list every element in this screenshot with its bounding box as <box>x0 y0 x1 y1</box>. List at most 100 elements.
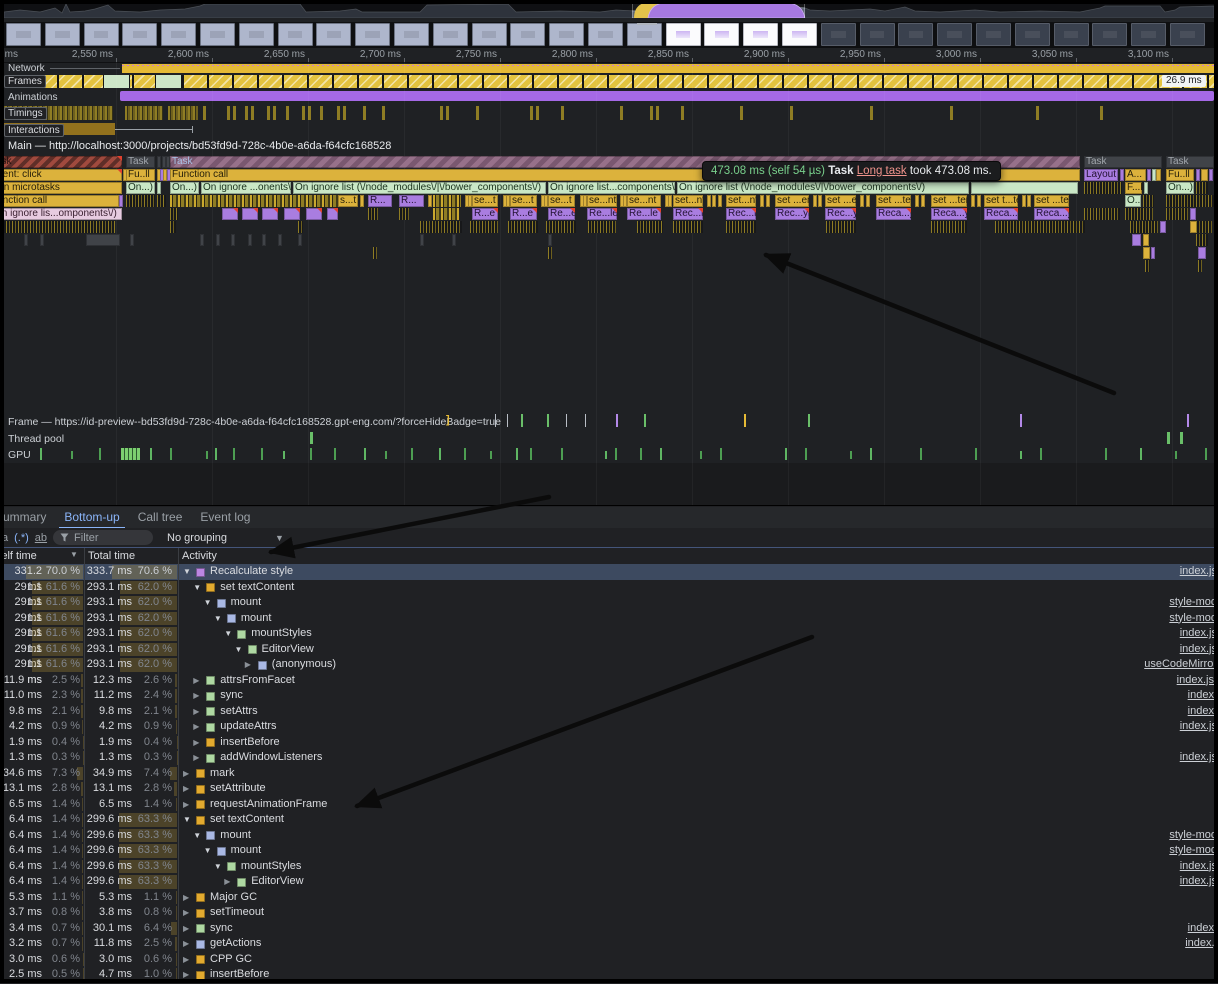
flame-bar[interactable]: On ignore ...onents\/) <box>201 182 291 194</box>
flame-bar[interactable]: set ...ent <box>825 195 856 207</box>
flame-bar[interactable] <box>1196 182 1208 194</box>
flame-bar[interactable] <box>216 234 220 246</box>
flame-bar[interactable]: se...nt <box>587 195 617 207</box>
flame-bar[interactable]: Task <box>1084 156 1162 168</box>
flame-bar[interactable] <box>548 247 552 259</box>
flame-bar[interactable] <box>668 195 672 207</box>
flame-bar[interactable]: Function call <box>0 195 119 207</box>
flame-bar[interactable] <box>1198 247 1206 259</box>
flame-bar[interactable] <box>222 208 238 220</box>
table-row[interactable]: 6.4 ms1.4 %299.6 ms63.3 %▼mountStylesind… <box>0 859 1218 875</box>
source-link[interactable]: style-mod <box>1169 843 1217 859</box>
source-link[interactable]: index.js <box>1180 719 1217 735</box>
flame-bar[interactable]: se...nt <box>627 195 661 207</box>
expand-toggle[interactable]: ▼ <box>204 595 212 611</box>
flame-bar[interactable] <box>1196 169 1200 181</box>
table-row[interactable]: 4.2 ms0.9 %4.2 ms0.9 %▶updateAttrsindex.… <box>0 719 1218 735</box>
table-row[interactable]: 291.1 ms61.6 %293.1 ms62.0 %▼EditorViewi… <box>0 642 1218 658</box>
flame-bar[interactable]: On...) <box>170 182 199 194</box>
expand-toggle[interactable]: ▶ <box>183 905 189 921</box>
flame-bar[interactable] <box>0 221 115 233</box>
flame-bar[interactable]: Re...le <box>587 208 617 220</box>
flame-bar[interactable] <box>826 221 856 233</box>
flame-bar[interactable] <box>1145 260 1150 272</box>
expand-toggle[interactable]: ▶ <box>183 967 189 983</box>
source-link[interactable]: useCodeMirror <box>1144 657 1217 673</box>
expand-toggle[interactable]: ▶ <box>193 704 199 720</box>
flame-bar[interactable] <box>360 195 364 207</box>
flame-bar[interactable] <box>306 208 322 220</box>
source-link[interactable]: index.js <box>1180 564 1217 580</box>
flame-bar[interactable] <box>1132 234 1141 246</box>
flame-bar[interactable] <box>284 208 300 220</box>
flame-bar[interactable] <box>1156 169 1161 181</box>
flame-bar[interactable]: Reca...yle <box>931 208 967 220</box>
table-row[interactable]: 11.0 ms2.3 %11.2 ms2.4 %▶syncindex. <box>0 688 1218 704</box>
table-row[interactable]: 1.9 ms0.4 %1.9 ms0.4 %▶insertBefore <box>0 735 1218 751</box>
table-row[interactable]: 9.8 ms2.1 %9.8 ms2.1 %▶setAttrsindex. <box>0 704 1218 720</box>
column-divider[interactable] <box>178 548 179 564</box>
source-link[interactable]: index.js <box>1180 750 1217 766</box>
table-row[interactable]: 291.1 ms61.6 %293.1 ms62.0 %▼mountstyle-… <box>0 611 1218 627</box>
table-row[interactable]: 13.1 ms2.8 %13.1 ms2.8 %▶setAttribute <box>0 781 1218 797</box>
flame-bar[interactable] <box>588 221 616 233</box>
flame-bar[interactable] <box>1022 195 1026 207</box>
flame-bar[interactable] <box>298 221 303 233</box>
flame-bar[interactable] <box>1120 169 1124 181</box>
flame-bar[interactable] <box>1201 169 1208 181</box>
flame-bar[interactable] <box>428 195 432 207</box>
flame-bar[interactable] <box>707 195 711 207</box>
flame-bar[interactable]: s...t <box>338 195 358 207</box>
flame-bar[interactable]: se...t <box>472 195 498 207</box>
flame-bar[interactable] <box>1198 260 1202 272</box>
flame-bar[interactable] <box>548 234 552 246</box>
flame-bar[interactable]: set t...tent <box>984 195 1018 207</box>
expand-toggle[interactable]: ▶ <box>183 890 189 906</box>
flame-bar[interactable] <box>813 195 817 207</box>
source-link[interactable]: index. <box>1188 921 1217 937</box>
flame-bar[interactable] <box>712 195 716 207</box>
flame-bar[interactable]: Task <box>1166 156 1214 168</box>
track-label-animations[interactable]: Animations <box>8 92 57 103</box>
flame-bar[interactable]: set...nt <box>673 195 703 207</box>
flame-bar[interactable] <box>971 182 1078 194</box>
flame-bar[interactable] <box>1130 221 1158 233</box>
table-row[interactable]: 1.3 ms0.3 %1.3 ms0.3 %▶addWindowListener… <box>0 750 1218 766</box>
flame-bar[interactable]: Fu..ll <box>126 169 155 181</box>
expand-toggle[interactable]: ▶ <box>183 936 189 952</box>
flame-bar[interactable] <box>420 234 424 246</box>
flame-bar[interactable] <box>1143 195 1154 207</box>
table-row[interactable]: 11.9 ms2.5 %12.3 ms2.6 %▶attrsFromFaceti… <box>0 673 1218 689</box>
table-row[interactable]: 6.4 ms1.4 %299.6 ms63.3 %▼set textConten… <box>0 812 1218 828</box>
flame-bar[interactable] <box>860 195 864 207</box>
flame-bar[interactable] <box>931 221 967 233</box>
flame-bar[interactable]: Rec...yle <box>775 208 809 220</box>
flame-bar[interactable] <box>170 195 338 207</box>
flame-bar[interactable] <box>1147 169 1151 181</box>
flame-bar[interactable] <box>170 208 178 220</box>
flame-bar[interactable] <box>399 208 409 220</box>
flame-bar[interactable] <box>1144 182 1148 194</box>
flame-bar[interactable]: R...e <box>472 208 498 220</box>
flame-bar[interactable] <box>242 208 258 220</box>
source-link[interactable]: index.j <box>1185 936 1217 952</box>
expand-toggle[interactable]: ▼ <box>193 580 201 596</box>
flame-bar[interactable]: Layout <box>1084 169 1118 181</box>
track-label-interactions[interactable]: Interactions <box>4 124 64 137</box>
flame-bar[interactable] <box>119 195 123 207</box>
source-link[interactable]: style-mod <box>1169 828 1217 844</box>
source-link[interactable]: index.js <box>1180 859 1217 875</box>
track-label-network[interactable]: Network <box>8 63 45 74</box>
flame-bar[interactable]: R... <box>399 195 424 207</box>
flame-bar[interactable] <box>24 234 28 246</box>
source-link[interactable]: index. <box>1188 688 1217 704</box>
column-header-activity[interactable]: Activity <box>182 549 217 563</box>
flame-bar[interactable] <box>673 221 703 233</box>
flame-bar[interactable] <box>433 195 461 207</box>
flame-bar[interactable]: A... <box>1125 169 1146 181</box>
expand-toggle[interactable]: ▼ <box>193 828 201 844</box>
regex-icon[interactable]: (.*) <box>14 532 29 544</box>
flame-bar[interactable]: Rec...yle <box>825 208 856 220</box>
flame-bar[interactable]: Rec...le <box>673 208 703 220</box>
track-label-timings[interactable]: Timings <box>4 107 47 120</box>
